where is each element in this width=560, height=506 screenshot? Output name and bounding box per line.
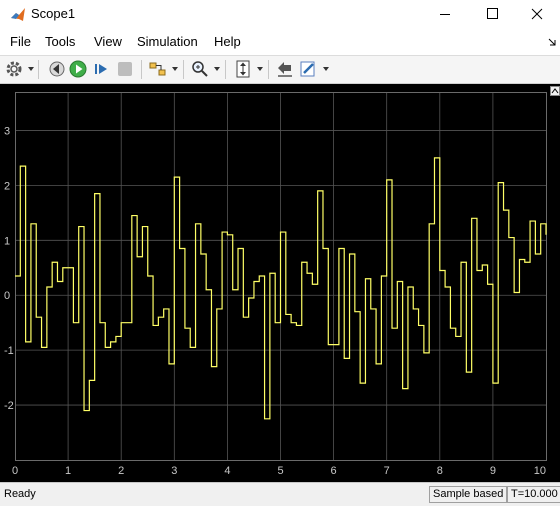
step-back-icon[interactable] xyxy=(46,59,66,79)
y-tick-label: -2 xyxy=(4,400,14,412)
x-tick-label: 1 xyxy=(65,465,71,477)
x-tick-label: 4 xyxy=(224,465,230,477)
x-tick-label: 10 xyxy=(534,465,546,477)
restore-layout-icon[interactable] xyxy=(275,59,295,79)
close-icon xyxy=(531,8,543,20)
chevron-down-icon[interactable] xyxy=(323,67,329,71)
y-tick-label: 3 xyxy=(4,125,10,137)
scale-axes-icon[interactable] xyxy=(233,59,253,79)
status-bar: Ready Sample based T=10.000 xyxy=(0,482,560,506)
chevron-down-icon[interactable] xyxy=(172,67,178,71)
y-tick-label: 2 xyxy=(4,180,10,192)
x-tick-label: 8 xyxy=(437,465,443,477)
x-tick-labels: 0 1 2 3 4 5 6 7 8 9 10 xyxy=(12,465,546,477)
undock-arrow-icon[interactable] xyxy=(548,38,557,47)
menu-bar: File Tools View Simulation Help xyxy=(0,29,560,55)
expand-icon[interactable] xyxy=(550,86,560,96)
gear-icon[interactable] xyxy=(4,59,24,79)
status-text: Ready xyxy=(4,488,36,500)
x-tick-label: 9 xyxy=(490,465,496,477)
y-tick-label: 0 xyxy=(4,290,10,302)
minimize-button[interactable] xyxy=(422,0,468,29)
toolbar-separator xyxy=(183,60,184,79)
window-title: Scope1 xyxy=(31,6,76,21)
maximize-button[interactable] xyxy=(468,0,514,29)
chevron-down-icon[interactable] xyxy=(214,67,220,71)
x-tick-label: 2 xyxy=(118,465,124,477)
stop-icon[interactable] xyxy=(115,59,135,79)
highlight-block-icon[interactable] xyxy=(148,59,168,79)
sim-time-badge: T=10.000 xyxy=(507,486,560,503)
menu-view[interactable]: View xyxy=(94,34,122,49)
style-icon[interactable] xyxy=(298,59,318,79)
menu-file[interactable]: File xyxy=(10,34,31,49)
sample-mode-badge: Sample based xyxy=(429,486,508,503)
y-tick-label: 1 xyxy=(4,235,10,247)
x-tick-label: 6 xyxy=(331,465,337,477)
toolbar xyxy=(0,55,560,84)
x-tick-label: 3 xyxy=(171,465,177,477)
toolbar-separator xyxy=(225,60,226,79)
title-bar: Scope1 xyxy=(0,0,560,29)
chevron-down-icon[interactable] xyxy=(257,67,263,71)
x-tick-label: 5 xyxy=(277,465,283,477)
step-forward-icon[interactable] xyxy=(92,59,112,79)
zoom-icon[interactable] xyxy=(190,59,210,79)
close-button[interactable] xyxy=(514,0,560,29)
scope-display[interactable]: -2 -1 0 1 2 3 0 1 2 3 4 5 6 7 8 9 10 xyxy=(0,84,560,482)
chevron-down-icon[interactable] xyxy=(28,67,34,71)
toolbar-separator xyxy=(38,60,39,79)
x-tick-label: 0 xyxy=(12,465,18,477)
scope-plot[interactable]: -2 -1 0 1 2 3 0 1 2 3 4 5 6 7 8 9 10 xyxy=(0,84,560,482)
menu-help[interactable]: Help xyxy=(214,34,241,49)
toolbar-separator xyxy=(141,60,142,79)
minimize-icon xyxy=(440,14,450,15)
y-tick-labels: -2 -1 0 1 2 3 xyxy=(4,125,14,412)
maximize-icon xyxy=(487,8,498,19)
run-icon[interactable] xyxy=(68,59,88,79)
matlab-logo-icon xyxy=(11,8,25,21)
y-tick-label: -1 xyxy=(4,345,14,357)
menu-tools[interactable]: Tools xyxy=(45,34,75,49)
toolbar-separator xyxy=(268,60,269,79)
menu-simulation[interactable]: Simulation xyxy=(137,34,198,49)
x-tick-label: 7 xyxy=(384,465,390,477)
